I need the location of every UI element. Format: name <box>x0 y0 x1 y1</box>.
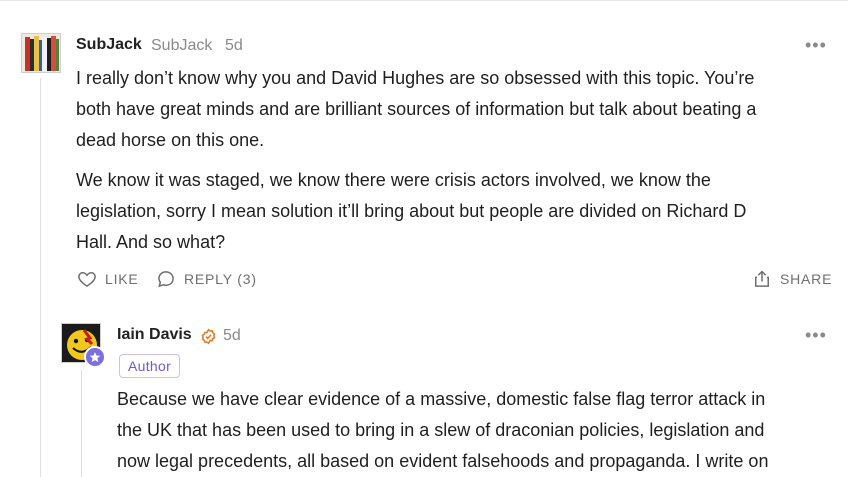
reply-more-options-icon[interactable]: ••• <box>805 326 827 344</box>
like-button[interactable]: LIKE <box>77 269 139 289</box>
reply-paragraph: Because we have clear evidence of a mass… <box>117 384 837 477</box>
avatar-subjack[interactable] <box>21 33 61 73</box>
comment-paragraph-1: I really don’t know why you and David Hu… <box>76 63 836 156</box>
thread-line <box>40 78 41 477</box>
text-line: legislation, sorry I mean solution it’ll… <box>76 201 747 221</box>
comment-paragraph-2: We know it was staged, we know there wer… <box>76 165 836 258</box>
text-line: now legal precedents, all based on evide… <box>117 451 769 471</box>
author-badge: Author <box>119 354 181 378</box>
verified-badge-icon <box>200 328 217 350</box>
bookshelf-avatar-image <box>22 34 60 72</box>
comment-timestamp[interactable]: 5d <box>225 37 243 55</box>
reply-button[interactable]: REPLY (3) <box>156 269 257 289</box>
heart-icon <box>78 271 96 287</box>
more-options-icon[interactable]: ••• <box>805 36 827 54</box>
text-line: Hall. And so what? <box>76 232 226 252</box>
reply-thread-line <box>81 370 82 477</box>
like-label: LIKE <box>105 271 139 287</box>
reply-author-name[interactable]: Iain Davis <box>117 326 192 344</box>
speech-bubble-icon <box>158 271 174 288</box>
author-star-icon <box>84 346 106 368</box>
comment-author-name[interactable]: SubJack <box>76 36 142 54</box>
text-line: the UK that has been used to bring in a … <box>117 420 765 440</box>
text-line: I really don’t know why you and David Hu… <box>76 68 755 88</box>
share-icon <box>755 270 769 287</box>
share-label: SHARE <box>780 271 833 287</box>
text-line: both have great minds and are brilliant … <box>76 99 757 119</box>
text-line: Because we have clear evidence of a mass… <box>117 389 766 409</box>
reply-label: REPLY (3) <box>184 271 257 287</box>
comment-author-handle[interactable]: SubJack <box>151 37 212 55</box>
text-line: dead horse on this one. <box>76 130 265 150</box>
top-divider <box>0 0 848 1</box>
share-button[interactable]: SHARE <box>752 269 832 289</box>
reply-timestamp[interactable]: 5d <box>223 327 241 345</box>
text-line: We know it was staged, we know there wer… <box>76 170 711 190</box>
